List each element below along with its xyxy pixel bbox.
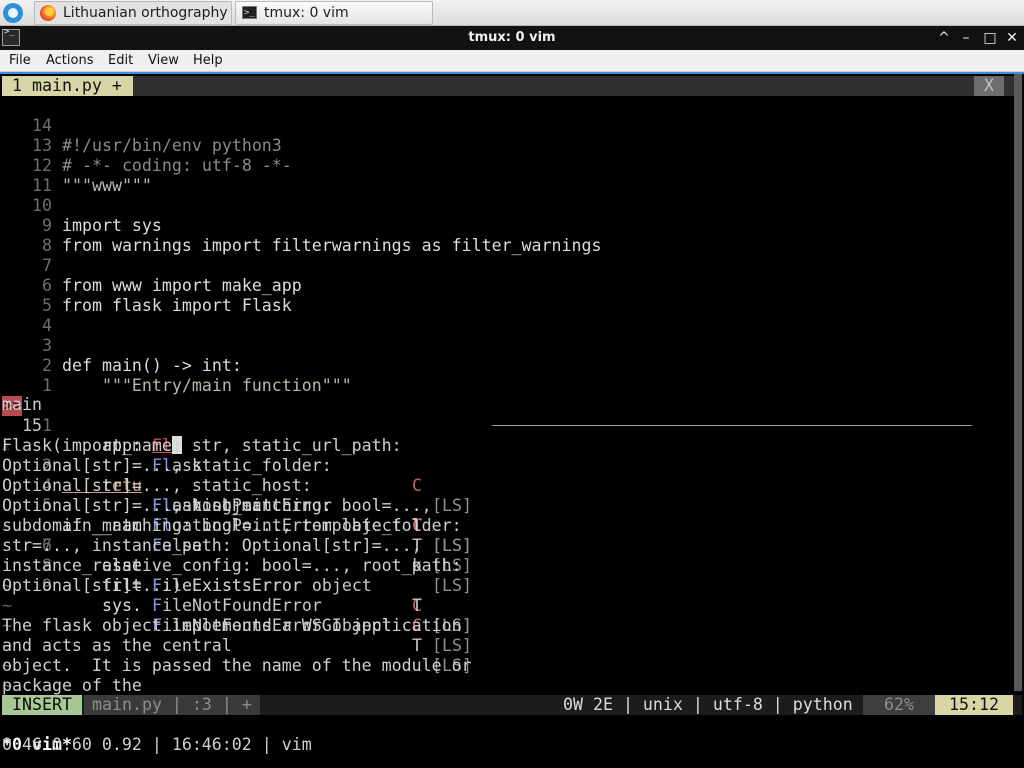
preview-line: Flask(import_name: str, static_url_path: bbox=[2, 436, 402, 455]
code-line: 9 from warnings import filterwarnings as… bbox=[2, 196, 1022, 255]
code-line: 7 from www import make_app bbox=[2, 236, 1022, 295]
tmux-status-right: 0.46 0.60 0.92 | 16:46:02 | vim bbox=[2, 735, 312, 754]
preview-line: and acts as the central bbox=[2, 636, 232, 655]
code-line: 12 """www""" bbox=[2, 136, 1022, 195]
preview-line: Optional[str]=...) bbox=[2, 576, 182, 595]
taskbar: Lithuanian orthography ... tmux: 0 vim bbox=[0, 0, 1024, 26]
code-line: 2 """Entry/main function""" bbox=[2, 336, 1022, 395]
code-line: 11 bbox=[2, 156, 1022, 195]
vim-tabline: 1 main.py + X bbox=[2, 76, 1022, 96]
preview-separator bbox=[492, 425, 972, 426]
code-line: 6 from flask import Flask bbox=[2, 256, 1022, 315]
terminal-area[interactable]: 1 main.py + X 14 #!/usr/bin/env python3 … bbox=[2, 74, 1022, 768]
code-line: 14 #!/usr/bin/env python3 bbox=[2, 96, 1022, 155]
code-line: 1 bbox=[2, 356, 1022, 395]
window-titlebar[interactable]: tmux: 0 vim ^ – □ ✕ bbox=[0, 26, 1024, 50]
shade-button[interactable]: ^ bbox=[934, 28, 954, 48]
preview-line: package of the bbox=[2, 676, 142, 695]
taskbar-item-label: tmux: 0 vim bbox=[264, 5, 349, 21]
preview-line: The flask object implements a WSGI appli… bbox=[2, 616, 462, 635]
menu-file[interactable]: File bbox=[9, 53, 31, 68]
current-code-line[interactable]: >> 15 app: Fl bbox=[2, 376, 1022, 455]
preview-line: str=..., instance_path: Optional[str]=..… bbox=[2, 536, 422, 555]
terminal-icon bbox=[242, 2, 257, 24]
preview-line: subdomain_matching: bool=..., template_f… bbox=[2, 516, 462, 535]
code-line: 5 bbox=[2, 276, 1022, 315]
preview-title: main bbox=[2, 395, 42, 414]
code-line: ⚠ 2 retu Flask object T [LS] bbox=[2, 416, 1022, 555]
tab-main-py[interactable]: 1 main.py + bbox=[2, 76, 133, 96]
menu-actions[interactable]: Actions bbox=[46, 53, 94, 68]
file-status: 0W 2E | unix | utf-8 | python bbox=[563, 695, 853, 714]
firefox-icon bbox=[40, 5, 56, 21]
preview-line: Optional[str]=..., host_matching: bool=.… bbox=[2, 496, 432, 515]
close-button[interactable]: ✕ bbox=[1002, 28, 1022, 48]
window-title: tmux: 0 vim bbox=[468, 30, 556, 45]
maximize-button[interactable]: □ bbox=[980, 28, 1000, 48]
taskbar-item-firefox[interactable]: Lithuanian orthography ... bbox=[34, 1, 232, 25]
mode-indicator: INSERT bbox=[2, 695, 82, 715]
code-line: 1 Flask C [LS] bbox=[2, 396, 1022, 515]
taskbar-item-label: Lithuanian orthography ... bbox=[63, 5, 232, 21]
file-info: main.py | :3 | + bbox=[84, 695, 260, 715]
tilde-marker: ~ bbox=[2, 596, 12, 615]
preview-line: instance_relative_config: bool=..., root… bbox=[2, 556, 462, 575]
empty-line: ~ bbox=[2, 596, 1022, 616]
cursor-position: 15:12 bbox=[935, 695, 1013, 715]
scroll-percent: 62% bbox=[863, 695, 935, 715]
preview-line: object. It is passed the name of the mod… bbox=[2, 656, 472, 675]
tab-close-button[interactable]: X bbox=[974, 76, 1004, 96]
empty-line: ~ bbox=[2, 676, 1022, 696]
vim-statusline: INSERT main.py | :3 | + 0W 2E | unix | u… bbox=[2, 695, 1022, 715]
menu-help[interactable]: Help bbox=[193, 53, 223, 68]
code-line: 3 def main() -> int: bbox=[2, 316, 1022, 375]
preview-line: Optional[str]=..., static_host: bbox=[2, 476, 312, 495]
minimize-button[interactable]: – bbox=[956, 28, 976, 48]
code-line: 4 bbox=[2, 296, 1022, 335]
menubar: File Actions Edit View Help bbox=[0, 50, 1024, 72]
preview-line: Optional[str]=..., static_folder: bbox=[2, 456, 332, 475]
code-line: 13 # -*- coding: utf-8 -*- bbox=[2, 116, 1022, 175]
code-line: 10 import sys bbox=[2, 176, 1022, 235]
menu-view[interactable]: View bbox=[148, 53, 179, 68]
taskbar-item-terminal[interactable]: tmux: 0 vim bbox=[235, 1, 433, 25]
code-line: 8 bbox=[2, 216, 1022, 255]
menu-edit[interactable]: Edit bbox=[108, 53, 133, 68]
start-menu-icon[interactable] bbox=[3, 3, 23, 23]
